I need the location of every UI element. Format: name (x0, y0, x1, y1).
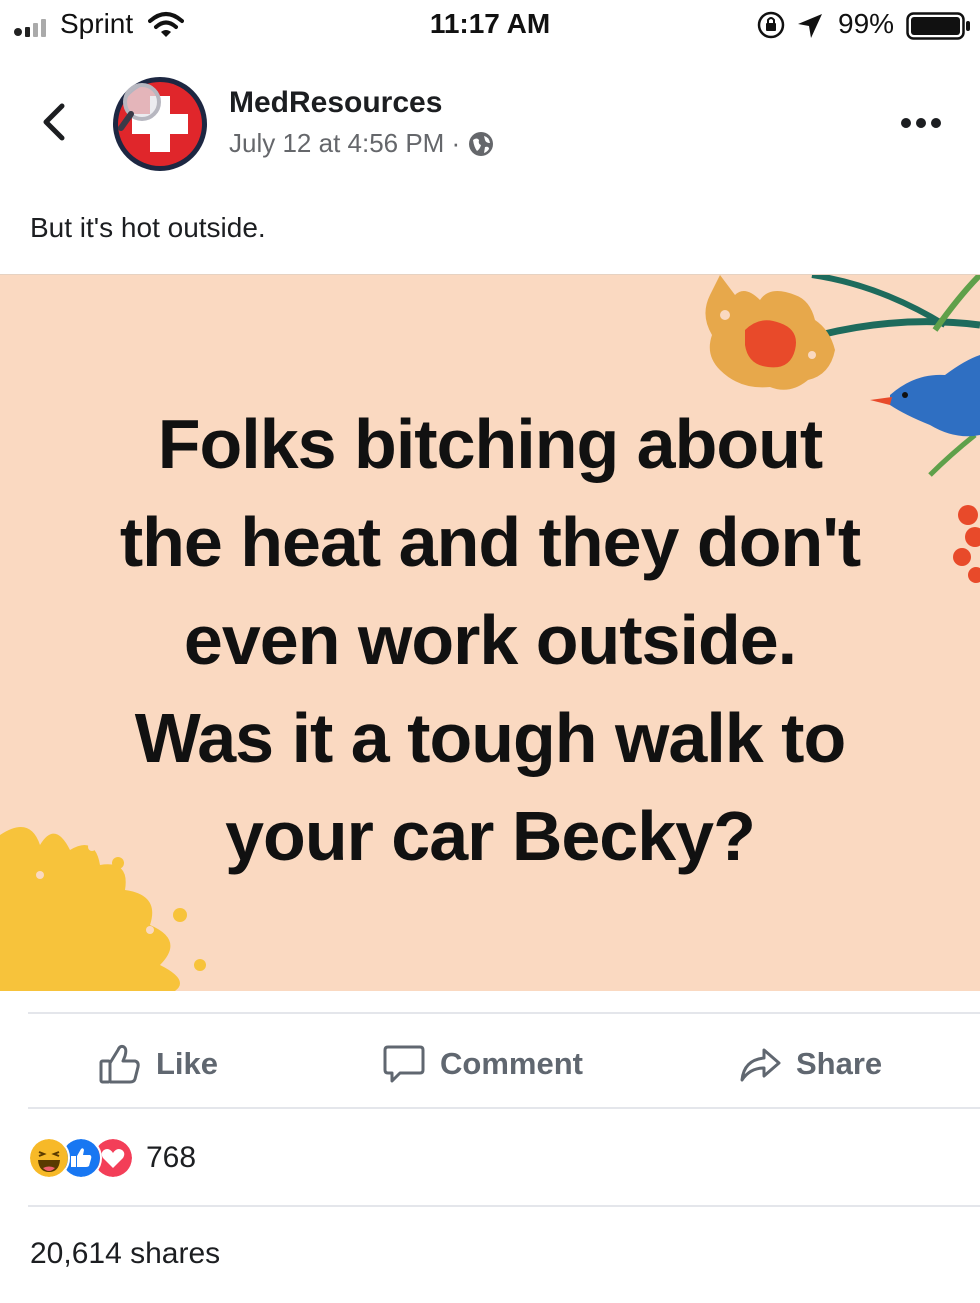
battery-icon (906, 12, 970, 40)
like-button[interactable]: Like (98, 1038, 218, 1090)
share-button[interactable]: Share (738, 1038, 882, 1090)
clock: 11:17 AM (429, 8, 551, 39)
battery-percentage: 99% (838, 8, 895, 39)
share-label: Share (796, 1046, 883, 1081)
page-avatar[interactable] (112, 76, 208, 172)
divider (28, 1012, 980, 1014)
share-arrow-icon (740, 1048, 781, 1082)
more-dots-icon[interactable] (896, 108, 946, 138)
image-quote-text: Folks bitching about the heat and they d… (0, 395, 980, 885)
globe-icon (469, 131, 494, 156)
back-chevron-icon[interactable] (38, 102, 70, 142)
quote-line: your car Becky? (225, 797, 756, 875)
location-arrow-icon (798, 14, 822, 38)
page-name[interactable]: MedResources (229, 86, 442, 120)
share-count[interactable]: 20,614 shares (30, 1237, 220, 1271)
haha-icon (28, 1137, 70, 1179)
speech-bubble-icon (383, 1045, 425, 1083)
quote-line: Was it a tough walk to (134, 699, 846, 777)
post-meta: July 12 at 4:56 PM · (229, 128, 494, 159)
divider (28, 1205, 980, 1207)
rotation-lock-icon (757, 11, 785, 39)
post-caption: But it's hot outside. (30, 212, 266, 243)
post-image[interactable]: Folks bitching about the heat and they d… (0, 274, 980, 991)
thumbs-up-icon (99, 1044, 140, 1084)
reaction-count: 768 (146, 1141, 197, 1174)
status-bar: Sprint 11:17 AM 99% (0, 0, 980, 56)
quote-line: the heat and they don't (119, 503, 861, 581)
reaction-summary[interactable]: 768 (28, 1137, 197, 1179)
quote-line: even work outside. (183, 601, 797, 679)
quote-line: Folks bitching about (157, 405, 823, 483)
comment-button[interactable]: Comment (382, 1038, 583, 1090)
divider (28, 1107, 980, 1109)
post-timestamp[interactable]: July 12 at 4:56 PM · (229, 128, 460, 159)
comment-label: Comment (440, 1046, 583, 1081)
like-label: Like (156, 1046, 219, 1081)
